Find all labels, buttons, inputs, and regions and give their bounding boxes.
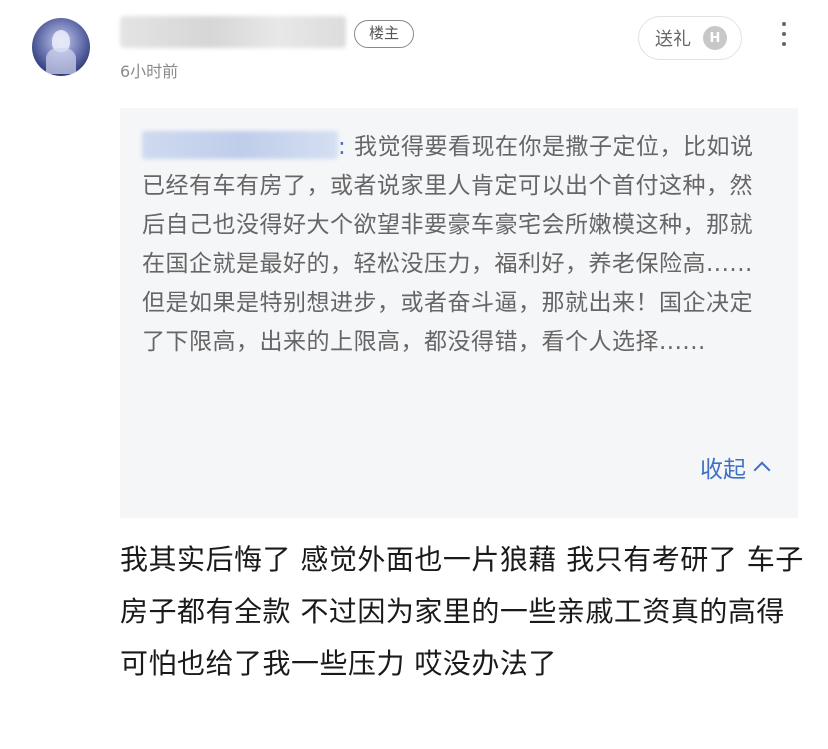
reply-text: 我其实后悔了 感觉外面也一片狼藉 我只有考研了 车子房子都有全款 不过因为家里的… (120, 543, 804, 680)
quoted-comment: : 我觉得要看现在你是撒子定位，比如说已经有车有房了，或者说家里人肯定可以出个首… (120, 108, 798, 518)
more-dot (782, 42, 786, 46)
chevron-up-icon (753, 461, 771, 479)
more-dot (782, 22, 786, 26)
avatar-figure-body (46, 48, 76, 74)
quoted-colon: : (338, 134, 347, 160)
gift-button[interactable]: 送礼 H (638, 16, 742, 60)
post-time: 6小时前 (120, 62, 179, 81)
username-blurred[interactable] (120, 16, 346, 48)
gift-label: 送礼 (655, 29, 691, 50)
collapse-button[interactable]: 收起 (700, 450, 771, 484)
quoted-body: 我觉得要看现在你是撒子定位，比如说已经有车有房了，或者说家里人肯定可以出个首付这… (142, 134, 754, 355)
quoted-username-blurred[interactable] (142, 131, 338, 159)
collapse-label: 收起 (700, 457, 746, 483)
h-coin-icon: H (703, 26, 727, 50)
avatar[interactable] (32, 18, 90, 76)
more-dot (782, 32, 786, 36)
op-badge: 楼主 (354, 20, 415, 48)
more-vertical-icon[interactable] (776, 20, 792, 48)
quoted-comment-text: : 我觉得要看现在你是撒子定位，比如说已经有车有房了，或者说家里人肯定可以出个首… (142, 128, 774, 362)
